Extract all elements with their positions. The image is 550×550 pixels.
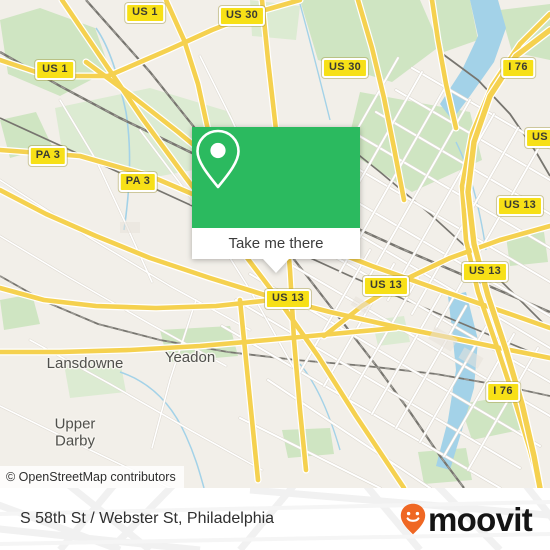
popup-pin-area	[192, 127, 360, 228]
take-me-there-popup[interactable]: Take me there	[192, 127, 360, 273]
highway-shield: US 30	[218, 6, 266, 26]
place-label-lansdowne: Lansdowne	[46, 355, 124, 372]
highway-shield: I 76	[486, 382, 520, 402]
highway-shield: US 13	[264, 289, 312, 309]
highway-shield: US	[525, 128, 550, 148]
footer-bar: S 58th St / Webster St, Philadelphia moo…	[0, 488, 550, 550]
popup-action-label[interactable]: Take me there	[192, 228, 360, 259]
highway-shield: US 13	[362, 276, 410, 296]
highway-shield: US 1	[125, 3, 165, 23]
place-label-upper-darby-line1: Upper	[54, 415, 96, 433]
map-pin-icon	[196, 129, 240, 189]
moovit-map-card: .park{fill:#cfe5c2;} .parkl{fill:#dcebd2…	[0, 0, 550, 550]
moovit-pin-icon	[400, 503, 426, 535]
highway-shield: I 76	[501, 58, 535, 78]
place-label-yeadon: Yeadon	[164, 349, 216, 366]
moovit-logo[interactable]: moovit	[400, 488, 533, 550]
popup-tail	[263, 259, 289, 273]
highway-shield: PA 3	[118, 172, 158, 192]
highway-shield: US 13	[461, 262, 509, 282]
highway-shield: US 30	[321, 58, 369, 78]
highway-shield: US 13	[496, 196, 544, 216]
map-attribution: © OpenStreetMap contributors	[0, 466, 184, 488]
highway-shield: US 1	[35, 60, 75, 80]
moovit-wordmark: moovit	[428, 500, 533, 538]
place-label-upper-darby-line2: Darby	[54, 432, 96, 450]
location-title: S 58th St / Webster St, Philadelphia	[20, 510, 275, 527]
highway-shield: PA 3	[28, 146, 68, 166]
map-canvas[interactable]: .park{fill:#cfe5c2;} .parkl{fill:#dcebd2…	[0, 0, 550, 488]
